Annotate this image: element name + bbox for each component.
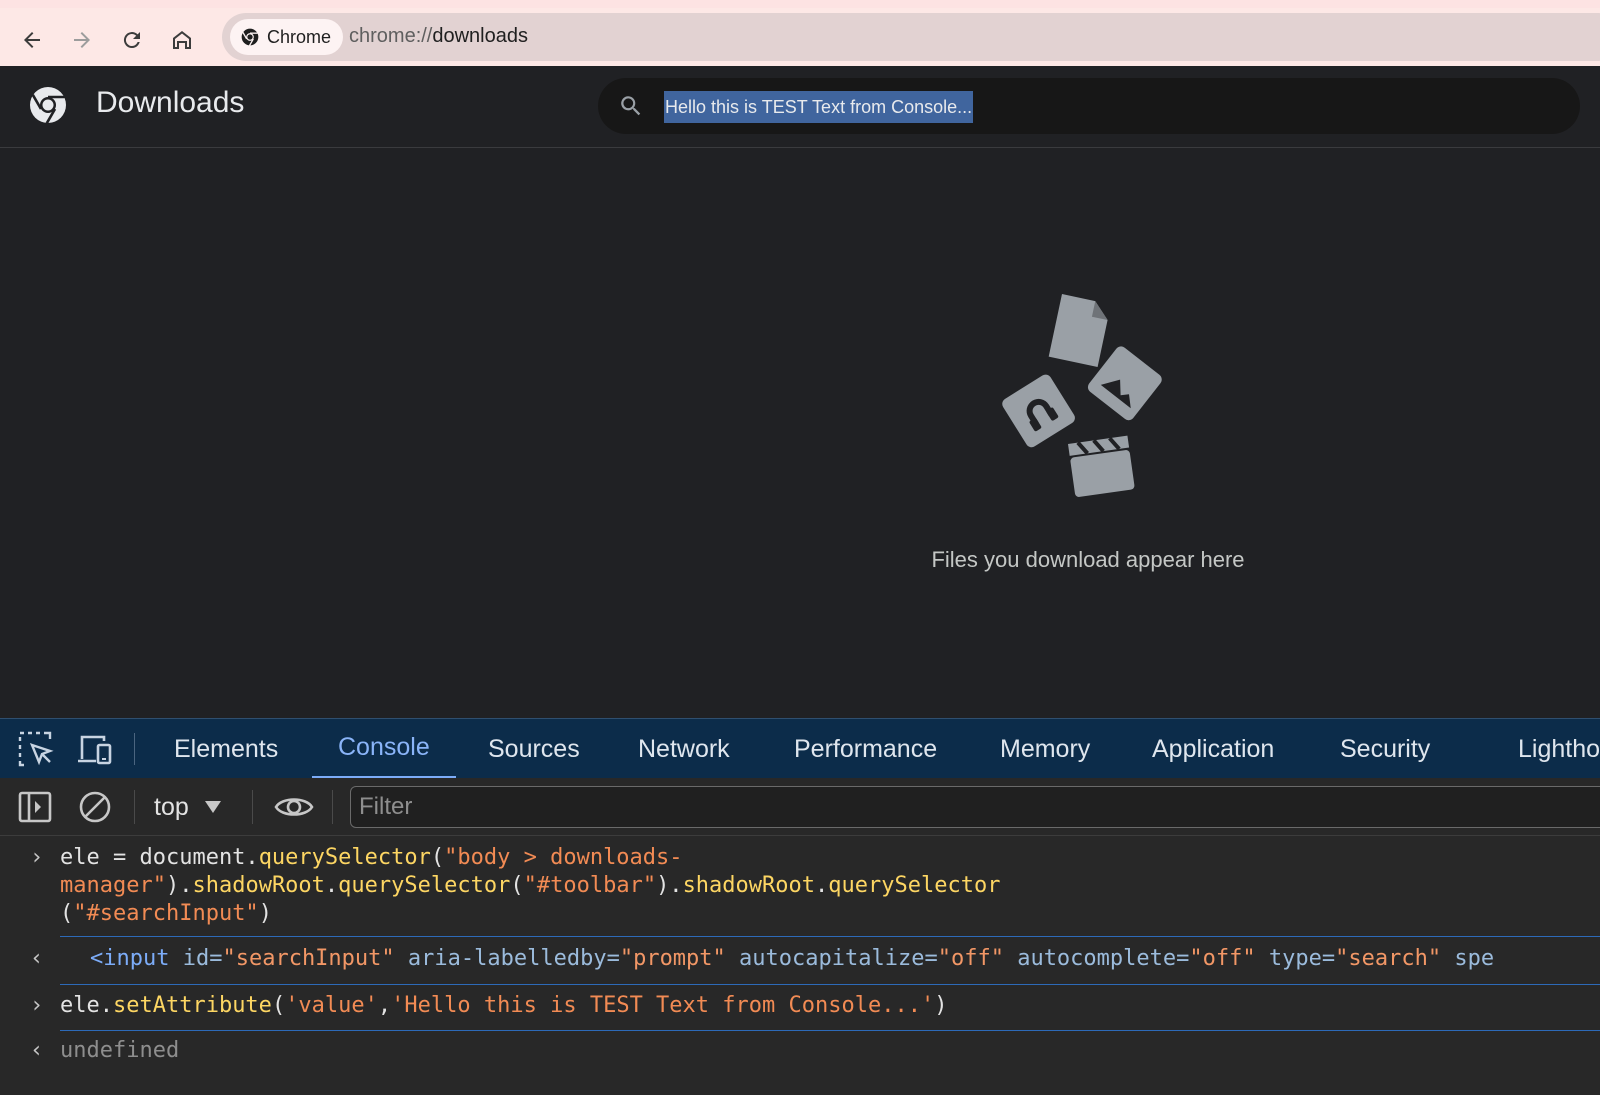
- tab-sources[interactable]: Sources: [462, 719, 606, 779]
- console-result-message: ‹ undefined: [0, 1037, 1600, 1067]
- arrow-right-icon: [74, 32, 90, 48]
- downloads-empty-state: Files you download appear here: [0, 148, 1600, 718]
- site-chip-label: Chrome: [267, 26, 332, 47]
- toolbar-divider: [134, 733, 135, 765]
- address-bar[interactable]: Chrome chrome://downloads: [222, 13, 1600, 61]
- downloads-empty-illustration-icon: [1002, 294, 1162, 497]
- page-title: Downloads: [96, 86, 245, 119]
- tab-memory[interactable]: Memory: [974, 719, 1116, 779]
- tab-network[interactable]: Network: [612, 719, 756, 779]
- forward-button[interactable]: [62, 20, 102, 60]
- input-prompt-icon: ›: [30, 993, 44, 1018]
- reload-icon: [123, 32, 140, 49]
- eye-icon[interactable]: [274, 790, 314, 824]
- caret-down-icon: [204, 801, 221, 813]
- toolbar-divider: [252, 790, 253, 824]
- output-prompt-icon: ‹: [30, 1038, 44, 1063]
- browser-toolbar: Chrome chrome://downloads: [0, 0, 1600, 66]
- sidebar-toggle-icon[interactable]: [18, 790, 52, 824]
- downloads-header: Downloads Hello this is TEST Text from C…: [0, 66, 1600, 148]
- chrome-logo-icon: [30, 87, 66, 124]
- toolbar-divider: [332, 790, 333, 824]
- url-path: downloads: [432, 25, 528, 47]
- url-text[interactable]: chrome://downloads: [349, 25, 528, 48]
- console-code: ele.setAttribute('value','Hello this is …: [60, 993, 948, 1018]
- console-filter-input[interactable]: Filter: [350, 786, 1600, 828]
- console-undefined-result: undefined: [60, 1038, 180, 1063]
- clear-console-icon[interactable]: [78, 790, 112, 824]
- site-info-chip[interactable]: Chrome: [230, 19, 344, 55]
- console-input-message: › ele.setAttribute('value','Hello this i…: [0, 992, 1600, 1022]
- console-code: ele = document.querySelector("body > dow…: [60, 845, 1001, 926]
- message-divider: [60, 1030, 1600, 1031]
- console-toolbar: top Filter: [0, 778, 1600, 836]
- tab-application[interactable]: Application: [1126, 719, 1300, 779]
- input-prompt-icon: ›: [30, 845, 44, 870]
- devtools-tab-bar: Elements Console Sources Network Perform…: [0, 718, 1600, 779]
- home-button[interactable]: [162, 20, 202, 60]
- output-prompt-icon: ‹: [30, 946, 44, 971]
- message-divider: [60, 984, 1600, 985]
- console-output: › ele = document.querySelector("body > d…: [0, 836, 1600, 1095]
- context-selector[interactable]: top: [154, 790, 221, 824]
- inspect-element-icon[interactable]: [18, 731, 54, 767]
- message-divider: [60, 936, 1600, 937]
- chrome-logo-icon: [241, 28, 259, 46]
- url-scheme: chrome://: [349, 25, 433, 47]
- console-result-message[interactable]: ‹ <input id="searchInput" aria-labelledb…: [0, 945, 1600, 975]
- downloads-search-box[interactable]: Hello this is TEST Text from Console...: [598, 78, 1580, 134]
- toolbar-divider: [134, 790, 135, 824]
- tab-console[interactable]: Console: [312, 719, 456, 779]
- tab-elements[interactable]: Elements: [148, 719, 304, 779]
- search-icon: [621, 96, 641, 116]
- empty-state-message: Files you download appear here: [931, 547, 1245, 572]
- reload-button[interactable]: [112, 20, 152, 60]
- tab-security[interactable]: Security: [1314, 719, 1456, 779]
- console-input-message: › ele = document.querySelector("body > d…: [0, 844, 1600, 928]
- back-button[interactable]: [12, 20, 52, 60]
- console-element-result[interactable]: <input id="searchInput" aria-labelledby=…: [90, 945, 1494, 973]
- search-input[interactable]: Hello this is TEST Text from Console...: [664, 91, 974, 123]
- context-selector-value: top: [154, 792, 189, 821]
- home-icon: [173, 31, 191, 49]
- arrow-left-icon: [24, 32, 40, 48]
- device-toolbar-icon[interactable]: [76, 731, 112, 767]
- tab-performance[interactable]: Performance: [768, 719, 963, 779]
- tab-lighthouse[interactable]: Lighthouse: [1492, 719, 1600, 779]
